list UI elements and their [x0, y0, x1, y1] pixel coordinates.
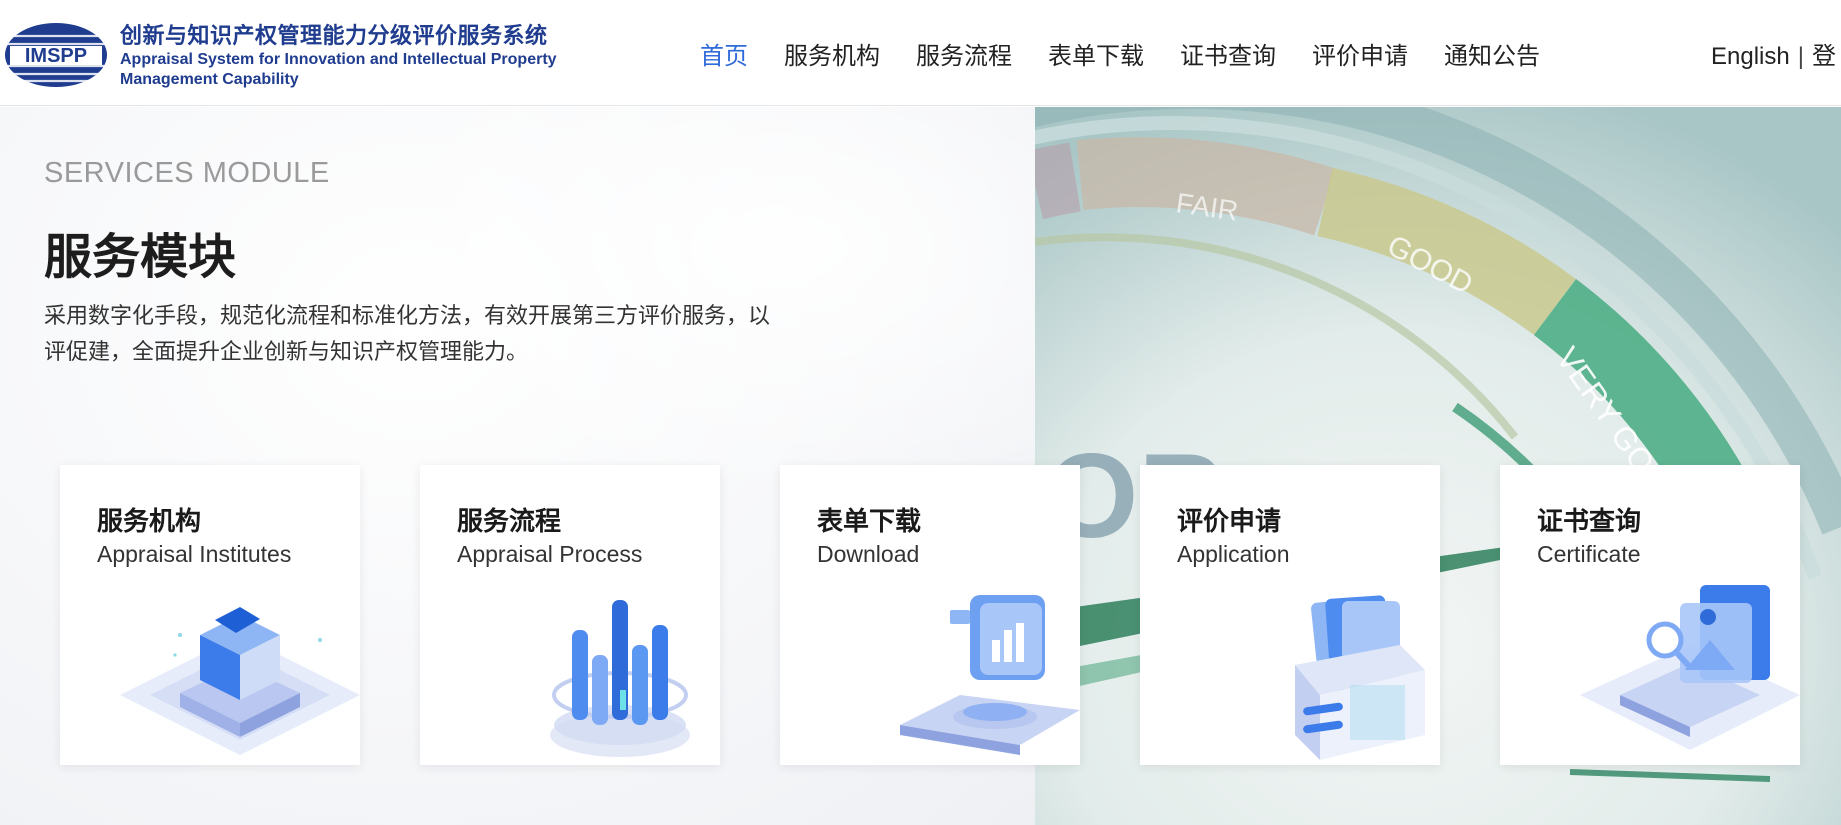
service-card-process[interactable]: 服务流程 Appraisal Process: [420, 465, 720, 765]
card-title-en: Application: [1177, 541, 1290, 567]
section-title: 服务模块: [44, 229, 237, 285]
login-link[interactable]: 登: [1812, 43, 1836, 70]
nav-item-download[interactable]: 表单下载: [1048, 36, 1144, 71]
brand-name-en: Appraisal System for Innovation and Inte…: [120, 51, 557, 88]
card-title-cn: 服务流程: [457, 507, 562, 537]
nav-item-application[interactable]: 评价申请: [1312, 36, 1408, 71]
service-card-download[interactable]: 表单下载 Download: [780, 465, 1080, 765]
logo-text: IMSPP: [25, 45, 87, 67]
cube-icon: [120, 607, 360, 755]
search-certificate-icon: [1580, 585, 1800, 750]
service-card-certificate[interactable]: 证书查询 Certificate: [1500, 465, 1800, 765]
card-title-cn: 证书查询: [1537, 507, 1642, 537]
file-box-icon: [1295, 595, 1425, 760]
service-card-application[interactable]: 评价申请 Application: [1140, 465, 1440, 765]
card-title-en: Appraisal Process: [457, 541, 643, 567]
nav-item-process[interactable]: 服务流程: [916, 36, 1012, 71]
card-title-en: Appraisal Institutes: [97, 541, 292, 567]
card-title-cn: 表单下载: [817, 507, 922, 537]
card-title-cn: 服务机构: [97, 507, 202, 537]
section-description: 采用数字化手段，规范化流程和标准化方法，有效开展第三方评价服务，以评促建，全面提…: [44, 304, 771, 365]
service-card-institutes[interactable]: 服务机构 Appraisal Institutes: [60, 465, 360, 765]
main-nav: 首页 服务机构 服务流程 表单下载 证书查询 评价申请 通知公告: [700, 36, 1576, 71]
nav-item-institutes[interactable]: 服务机构: [784, 36, 880, 71]
language-login-area: English | 登: [1711, 36, 1836, 71]
card-title-en: Certificate: [1537, 541, 1641, 567]
nav-item-certificate[interactable]: 证书查询: [1180, 36, 1276, 71]
nav-item-notices[interactable]: 通知公告: [1444, 36, 1540, 71]
chart-document-icon: [900, 595, 1080, 755]
brand-name-cn: 创新与知识产权管理能力分级评价服务系统: [120, 24, 548, 49]
card-title-cn: 评价申请: [1177, 507, 1282, 537]
divider: |: [1797, 43, 1804, 70]
section-eyebrow: SERVICES MODULE: [44, 157, 330, 189]
site-header: IMSPP 创新与知识产权管理能力分级评价服务系统 Appraisal Syst…: [0, 0, 1841, 106]
bar-cylinder-icon: [550, 600, 690, 757]
card-title-en: Download: [817, 541, 920, 567]
language-switch[interactable]: English: [1711, 43, 1790, 70]
imspp-logo[interactable]: IMSPP: [4, 22, 108, 88]
services-hero: FAIR GOOD VERY GOOD OR SERVICES MODULE 服…: [0, 107, 1841, 825]
nav-item-home[interactable]: 首页: [700, 36, 748, 71]
